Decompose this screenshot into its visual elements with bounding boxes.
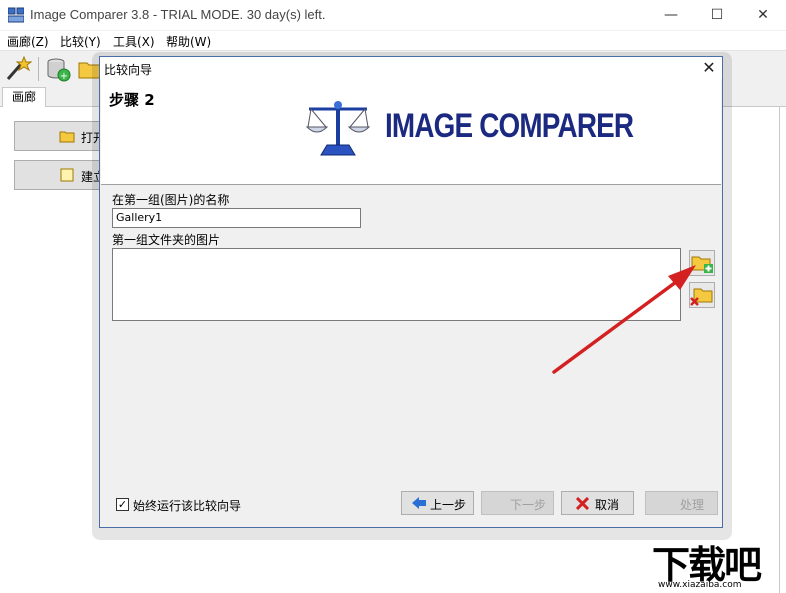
prev-step-button[interactable]: 上一步 [401,491,474,515]
dialog-title: 比较向导 [104,63,153,77]
title-bar: Image Comparer 3.8 - TRIAL MODE. 30 day(… [0,0,786,31]
gallery-name-label: 在第一组(图片)的名称 [112,193,230,207]
new-database-icon[interactable]: + [44,55,72,83]
svg-text:+: + [60,71,68,82]
process-button[interactable]: 处理 [645,491,718,515]
watermark-logo: 下载吧 www.xiazaiba.com [648,534,786,593]
always-run-label: 始终运行该比较向导 [133,499,242,513]
dialog-close-button[interactable]: ✕ [698,57,720,79]
dialog-title-bar: 比较向导 ✕ [100,57,722,79]
menu-compare[interactable]: 比较(Y) [60,33,101,50]
menu-help[interactable]: 帮助(W) [166,33,211,50]
remove-folder-button[interactable] [689,282,715,308]
prev-step-label: 上一步 [430,498,467,512]
create-gallery-icon [60,168,74,182]
minimize-button[interactable]: — [648,0,694,31]
app-icon [8,7,24,23]
cancel-x-icon [576,497,589,510]
process-label: 处理 [680,498,705,512]
folder-list-label: 第一组文件夹的图片 [112,233,221,247]
close-button[interactable]: ✕ [740,0,786,31]
balance-scale-icon [305,101,371,156]
menu-bar: 画廊(Z) 比较(Y) 工具(X) 帮助(W) [0,31,786,51]
wizard-header: 步骤 2 IMAGE COMPARER [101,79,721,185]
next-step-button[interactable]: 下一步 [481,491,554,515]
add-folder-icon [691,256,713,273]
toolbar-separator [38,57,39,81]
checkbox-mark-icon: ✓ [116,498,129,511]
menu-tools[interactable]: 工具(X) [113,33,155,50]
tab-gallery[interactable]: 画廊 [2,87,46,108]
cancel-button[interactable]: 取消 [561,491,634,515]
cancel-label: 取消 [595,498,620,512]
arrow-left-icon [412,497,426,509]
open-gallery-icon [59,131,75,143]
compare-wizard-dialog: 比较向导 ✕ 步骤 2 IMAGE COMPARER 在第一组(图片)的名称 G… [99,56,723,528]
remove-folder-icon [690,288,713,306]
window-title: Image Comparer 3.8 - TRIAL MODE. 30 day(… [30,7,326,22]
step-label: 步骤 2 [109,91,155,109]
next-step-label: 下一步 [510,498,547,512]
watermark-url: www.xiazaiba.com [658,580,742,590]
folder-list[interactable] [112,248,681,321]
gallery-name-input[interactable]: Gallery1 [112,208,361,228]
wizard-wand-icon[interactable] [4,55,32,83]
add-folder-button[interactable] [689,250,715,276]
menu-gallery[interactable]: 画廊(Z) [7,33,49,50]
logo-text: IMAGE COMPARER [385,107,634,145]
maximize-button[interactable]: ☐ [694,0,740,31]
